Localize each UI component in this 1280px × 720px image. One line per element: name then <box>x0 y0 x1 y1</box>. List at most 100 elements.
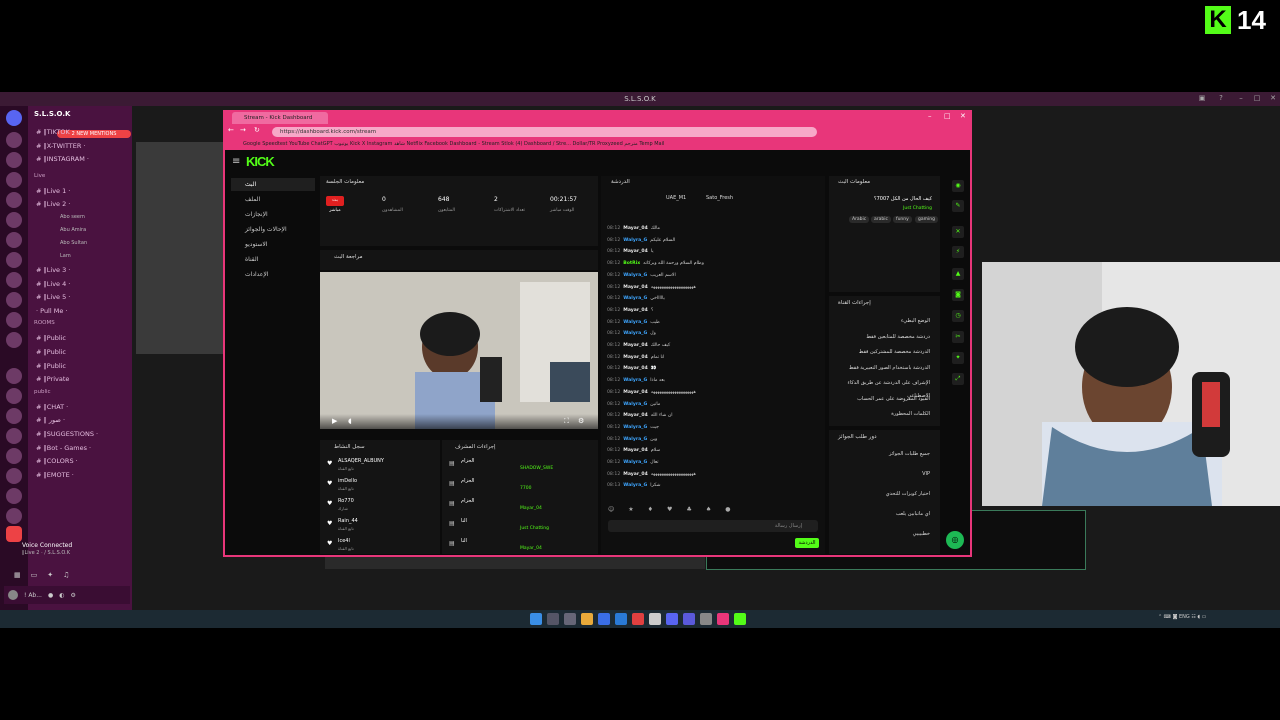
chat-username[interactable]: BotRix <box>623 261 640 266</box>
chat-username[interactable]: Mayar_04 <box>623 448 648 453</box>
chat-username[interactable]: Walyra_G <box>623 460 647 465</box>
activity-user[interactable]: ALSAQER_ALBUNY <box>338 458 384 464</box>
stream-preview[interactable] <box>320 272 598 429</box>
mod-user[interactable]: الحزام <box>461 458 474 464</box>
activity-icon[interactable]: ✦ <box>47 571 53 579</box>
channel-item[interactable]: # ∥EMOTE · <box>36 471 74 479</box>
chat-username[interactable]: Walyra_G <box>623 238 647 243</box>
close-icon[interactable]: ✕ <box>952 226 964 238</box>
channel-item[interactable]: # ∥Live 3 · <box>36 266 70 274</box>
stream-tag[interactable]: arabic <box>871 216 891 223</box>
discord-icon[interactable] <box>666 613 678 625</box>
minimize-icon[interactable]: – <box>1236 94 1246 104</box>
emote-icon[interactable]: ♣ <box>686 506 691 516</box>
mod-user[interactable]: الحزام <box>461 498 474 504</box>
timer-icon[interactable]: ◷ <box>952 310 964 322</box>
maximize-icon[interactable]: □ <box>944 112 951 120</box>
guild-icon[interactable] <box>6 312 22 328</box>
pinned-user[interactable]: UAE_M1 <box>666 195 686 201</box>
app-icon[interactable] <box>632 613 644 625</box>
emote-icon[interactable]: ☺ <box>608 506 614 516</box>
system-tray[interactable]: ⌃ ⌨ ◙ ENG ☷ ◖ ▭ <box>1158 614 1206 620</box>
soundboard-icon[interactable]: ♫ <box>63 571 69 579</box>
chat-username[interactable]: Walyra_G <box>623 402 647 407</box>
nav-item[interactable]: الإنجازات <box>231 208 315 221</box>
nav-item[interactable]: الإحالات والجوائز <box>231 223 315 236</box>
send-chat-button[interactable]: الدردشة <box>795 538 819 548</box>
chat-username[interactable]: Mayar_04 <box>623 413 648 418</box>
guild-icon[interactable] <box>6 192 22 208</box>
close-icon[interactable]: ✕ <box>960 112 966 120</box>
mod-user[interactable]: النا <box>461 518 467 524</box>
voice-user[interactable]: Abo Sultan <box>60 240 87 246</box>
settings-icon[interactable]: ⚙ <box>578 417 584 425</box>
nav-item[interactable]: القناة <box>231 253 315 266</box>
activity-user[interactable]: Ice4l <box>338 538 350 544</box>
reward-item[interactable]: اختيار كويزات للتحدي <box>832 488 940 501</box>
channel-action[interactable]: القيود المفروضة على عمر الحساب <box>832 393 940 406</box>
chat-username[interactable]: Mayar_04 <box>623 226 648 231</box>
address-bar[interactable]: https://dashboard.kick.com/stream <box>272 127 817 137</box>
chat-username[interactable]: Walyra_G <box>623 378 647 383</box>
chat-username[interactable]: Walyra_G <box>623 296 647 301</box>
chat-username[interactable]: Walyra_G <box>623 320 647 325</box>
channel-action[interactable]: الإشراف على الدردشة عن طريق الذكاء الاصط… <box>832 377 940 399</box>
guild-icon[interactable] <box>6 448 22 464</box>
guild-icon[interactable] <box>6 292 22 308</box>
channel-item[interactable]: # ∥Public <box>36 334 66 342</box>
chat-username[interactable]: Mayar_04 <box>623 285 648 290</box>
channel-item[interactable]: # ∥X-TWITTER · <box>36 142 86 150</box>
maximize-icon[interactable]: □ <box>1252 94 1262 104</box>
pinned-user[interactable]: Sato_Fresh <box>706 195 733 201</box>
forward-icon[interactable]: → <box>240 126 246 134</box>
voice-user[interactable]: Abo seem <box>60 214 85 220</box>
avatar[interactable] <box>8 590 18 600</box>
chat-username[interactable]: Walyra_G <box>623 437 647 442</box>
channel-item[interactable]: · Pull Me · <box>36 307 67 315</box>
search-icon[interactable] <box>547 613 559 625</box>
chat-username[interactable]: Walyra_G <box>623 331 647 336</box>
guild-icon[interactable] <box>6 212 22 228</box>
guild-icon[interactable] <box>6 172 22 188</box>
chat-username[interactable]: Walyra_G <box>623 273 647 278</box>
guild-icon[interactable] <box>6 428 22 444</box>
channel-item[interactable]: # ∥COLORS · <box>36 457 78 465</box>
reload-icon[interactable]: ↻ <box>254 126 260 134</box>
menu-icon[interactable]: ≡ <box>232 156 240 167</box>
emote-icon[interactable]: ♠ <box>706 506 711 516</box>
guild-icon[interactable] <box>6 368 22 384</box>
guild-icon[interactable] <box>6 232 22 248</box>
raid-icon[interactable]: ▲ <box>952 268 964 280</box>
channel-action[interactable]: الكلمات المحظورة <box>832 408 940 421</box>
channel-item[interactable]: # ∥Live 1 · <box>36 187 70 195</box>
chat-username[interactable]: Mayar_04 <box>623 472 648 477</box>
minimize-icon[interactable]: – <box>928 112 932 120</box>
server-name[interactable]: S.L.S.O.K <box>34 110 70 118</box>
kick-icon[interactable] <box>734 613 746 625</box>
stream-tag[interactable]: funny <box>893 216 912 223</box>
settings-icon[interactable]: ⚙ <box>70 592 75 599</box>
activity-user[interactable]: Ro770 <box>338 498 354 504</box>
channel-item[interactable]: # ∥Bot - Games · <box>36 444 91 452</box>
activity-user[interactable]: Rain_44 <box>338 518 358 524</box>
start-icon[interactable] <box>530 613 542 625</box>
chat-username[interactable]: Mayar_04 <box>623 366 648 371</box>
app-icon[interactable] <box>598 613 610 625</box>
screen-share-icon[interactable]: ▭ <box>31 571 38 579</box>
explorer-icon[interactable] <box>581 613 593 625</box>
channel-item[interactable]: # ∥Public <box>36 362 66 370</box>
help-icon[interactable]: ? <box>1216 94 1226 104</box>
channel-item[interactable]: # ∥SUGGESTIONS · <box>36 430 98 438</box>
channel-item[interactable]: # ∥Live 2 · <box>36 200 70 208</box>
chat-username[interactable]: Walyra_G <box>623 483 647 488</box>
chat-username[interactable]: Mayar_04 <box>623 249 648 254</box>
reward-item[interactable]: خطبيييي <box>832 528 940 541</box>
reward-item[interactable]: اي ماتبابين يلعب <box>832 508 940 521</box>
nav-item[interactable]: الملف <box>231 193 315 206</box>
channel-item[interactable]: # ∥INSTAGRAM · <box>36 155 89 163</box>
taskview-icon[interactable] <box>564 613 576 625</box>
quick-action-icon[interactable]: ◉ <box>952 180 964 192</box>
mod-user[interactable]: النا <box>461 538 467 544</box>
guild-icon[interactable] <box>6 508 22 524</box>
support-icon[interactable]: ◎ <box>946 531 964 549</box>
